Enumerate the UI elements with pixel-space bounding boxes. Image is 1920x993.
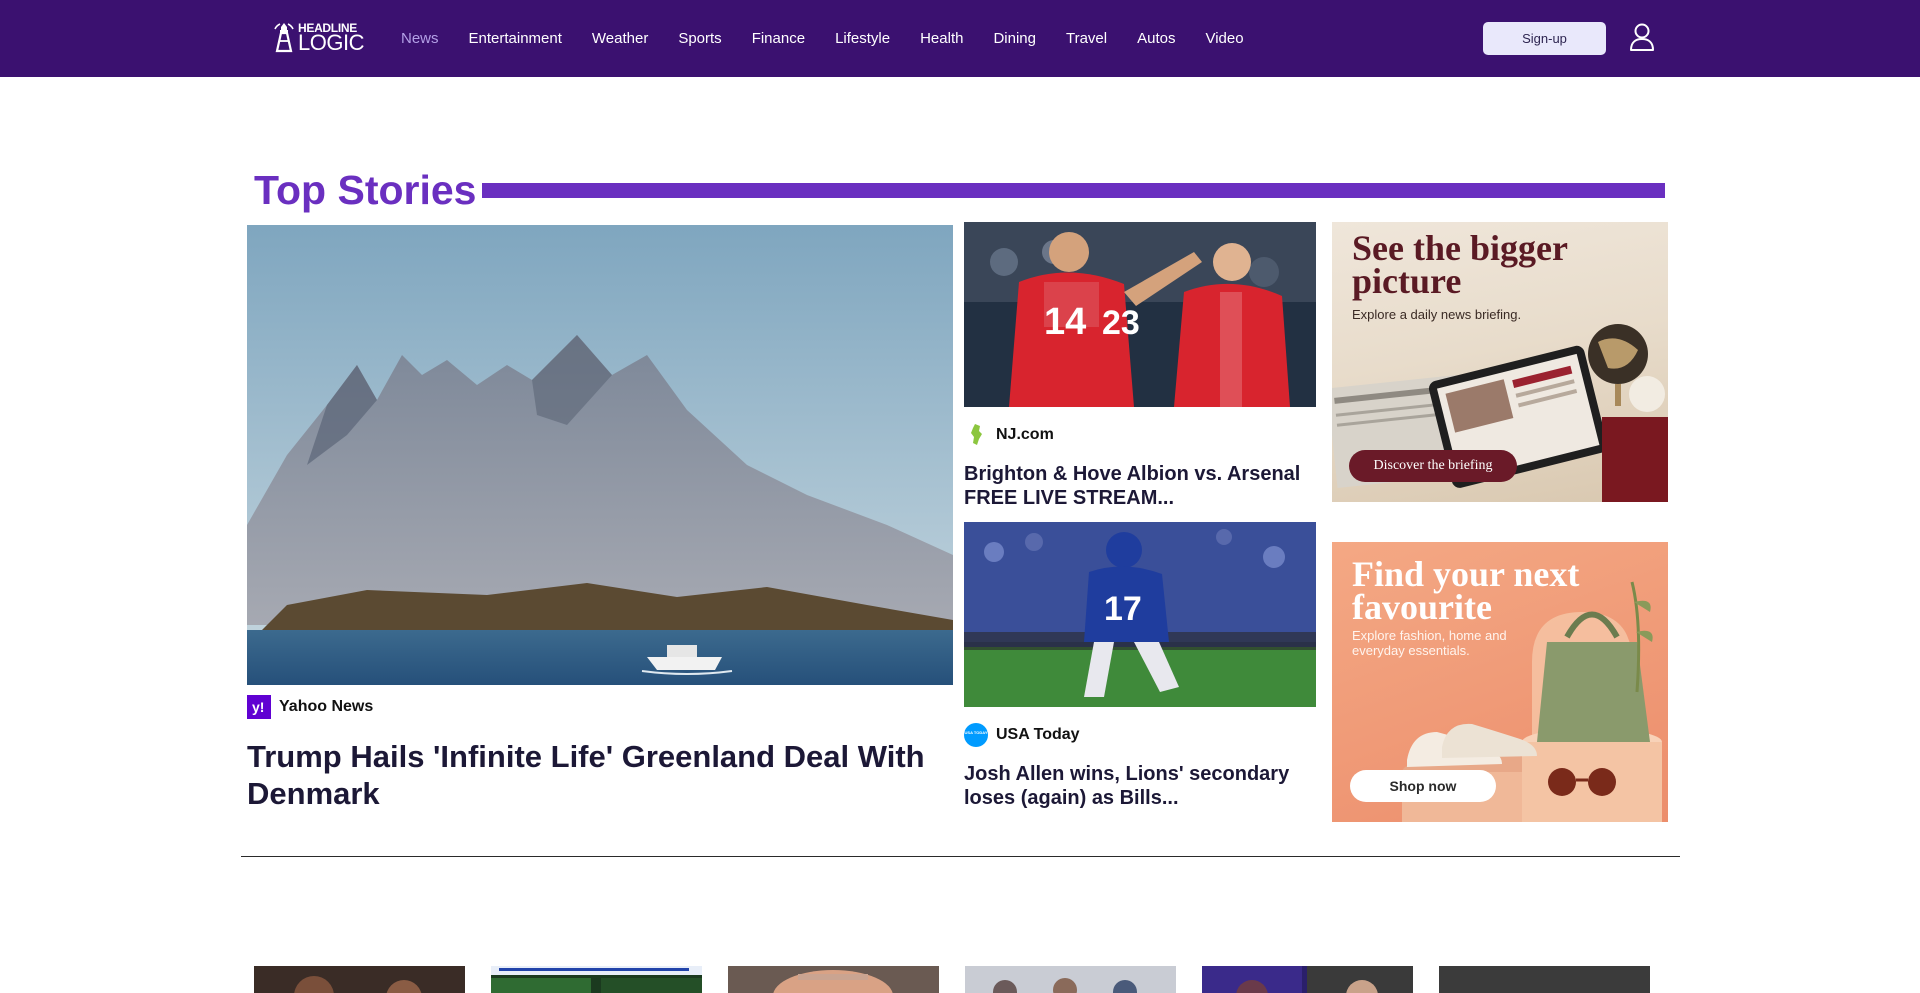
side-story-2-image[interactable]: 17 — [964, 522, 1316, 707]
story-thumbnail[interactable] — [254, 966, 465, 993]
story-thumbnail[interactable] — [1439, 966, 1650, 993]
section-title: Top Stories — [254, 167, 477, 213]
more-stories-row — [254, 966, 1654, 993]
user-icon[interactable] — [1628, 22, 1656, 52]
football-player-illustration: 17 — [964, 522, 1316, 707]
main-nav: News Entertainment Weather Sports Financ… — [401, 0, 1274, 77]
story-thumbnail[interactable] — [965, 966, 1176, 993]
ad1-cta-button[interactable]: Discover the briefing — [1349, 450, 1517, 482]
nav-item-entertainment[interactable]: Entertainment — [469, 30, 562, 47]
main-story-image[interactable] — [247, 225, 953, 685]
nav-item-autos[interactable]: Autos — [1137, 30, 1175, 47]
story-thumbnail[interactable] — [728, 966, 939, 993]
ad-shopping[interactable]: Find your next favourite Explore fashion… — [1332, 542, 1668, 822]
main-story-source[interactable]: y! Yahoo News — [247, 695, 373, 719]
lighthouse-logo-icon — [274, 23, 294, 53]
ad1-subtext: Explore a daily news briefing. — [1352, 307, 1522, 322]
source-name: Yahoo News — [279, 698, 374, 715]
nav-item-travel[interactable]: Travel — [1066, 30, 1107, 47]
nav-item-dining[interactable]: Dining — [993, 30, 1036, 47]
story-thumbnail[interactable] — [1202, 966, 1413, 993]
site-logo[interactable]: HEADLINE LOGIC — [272, 20, 364, 54]
ad1-headline-line2: picture — [1352, 261, 1462, 301]
soccer-players-illustration: 14 23 — [964, 222, 1316, 407]
nav-item-sports[interactable]: Sports — [678, 30, 721, 47]
nav-item-video[interactable]: Video — [1205, 30, 1243, 47]
side-story-1-title[interactable]: Brighton & Hove Albion vs. Arsenal FREE … — [964, 462, 1316, 510]
yahoo-logo-icon: y! — [247, 695, 271, 719]
source-name: NJ.com — [996, 426, 1054, 443]
main-story-title[interactable]: Trump Hails 'Infinite Life' Greenland De… — [247, 738, 927, 812]
section-title-bar — [482, 183, 1665, 198]
signup-button[interactable]: Sign-up — [1483, 22, 1606, 55]
nav-item-lifestyle[interactable]: Lifestyle — [835, 30, 890, 47]
section-divider — [241, 856, 1680, 857]
side-story-2-source[interactable]: USA TODAY USA Today — [964, 723, 1080, 747]
ad2-cta-button[interactable]: Shop now — [1350, 770, 1496, 802]
logo-line2: LOGIC — [298, 30, 364, 55]
nj-state-icon — [964, 423, 988, 447]
source-name: USA Today — [996, 726, 1080, 743]
jersey-number: 17 — [1104, 590, 1142, 628]
story-thumbnail[interactable] — [491, 966, 702, 993]
nav-item-weather[interactable]: Weather — [592, 30, 648, 47]
ad-news-briefing[interactable]: See the bigger picture Explore a daily n… — [1332, 222, 1668, 502]
side-story-2-title[interactable]: Josh Allen wins, Lions' secondary loses … — [964, 762, 1316, 810]
greenland-mountain-illustration — [247, 225, 953, 685]
jersey-number-mid: 23 — [1102, 304, 1140, 342]
jersey-number-left: 14 — [1044, 301, 1086, 343]
nav-item-news[interactable]: News — [401, 30, 439, 47]
usa-today-icon: USA TODAY — [964, 723, 988, 747]
side-story-1-image[interactable]: 14 23 — [964, 222, 1316, 407]
usa-today-badge-text: USA TODAY — [965, 730, 988, 735]
nav-item-health[interactable]: Health — [920, 30, 963, 47]
nav-item-finance[interactable]: Finance — [752, 30, 805, 47]
side-story-1-source[interactable]: NJ.com — [964, 423, 1054, 447]
site-header: HEADLINE LOGIC News Entertainment Weathe… — [0, 0, 1920, 77]
svg-text:y!: y! — [252, 699, 264, 715]
